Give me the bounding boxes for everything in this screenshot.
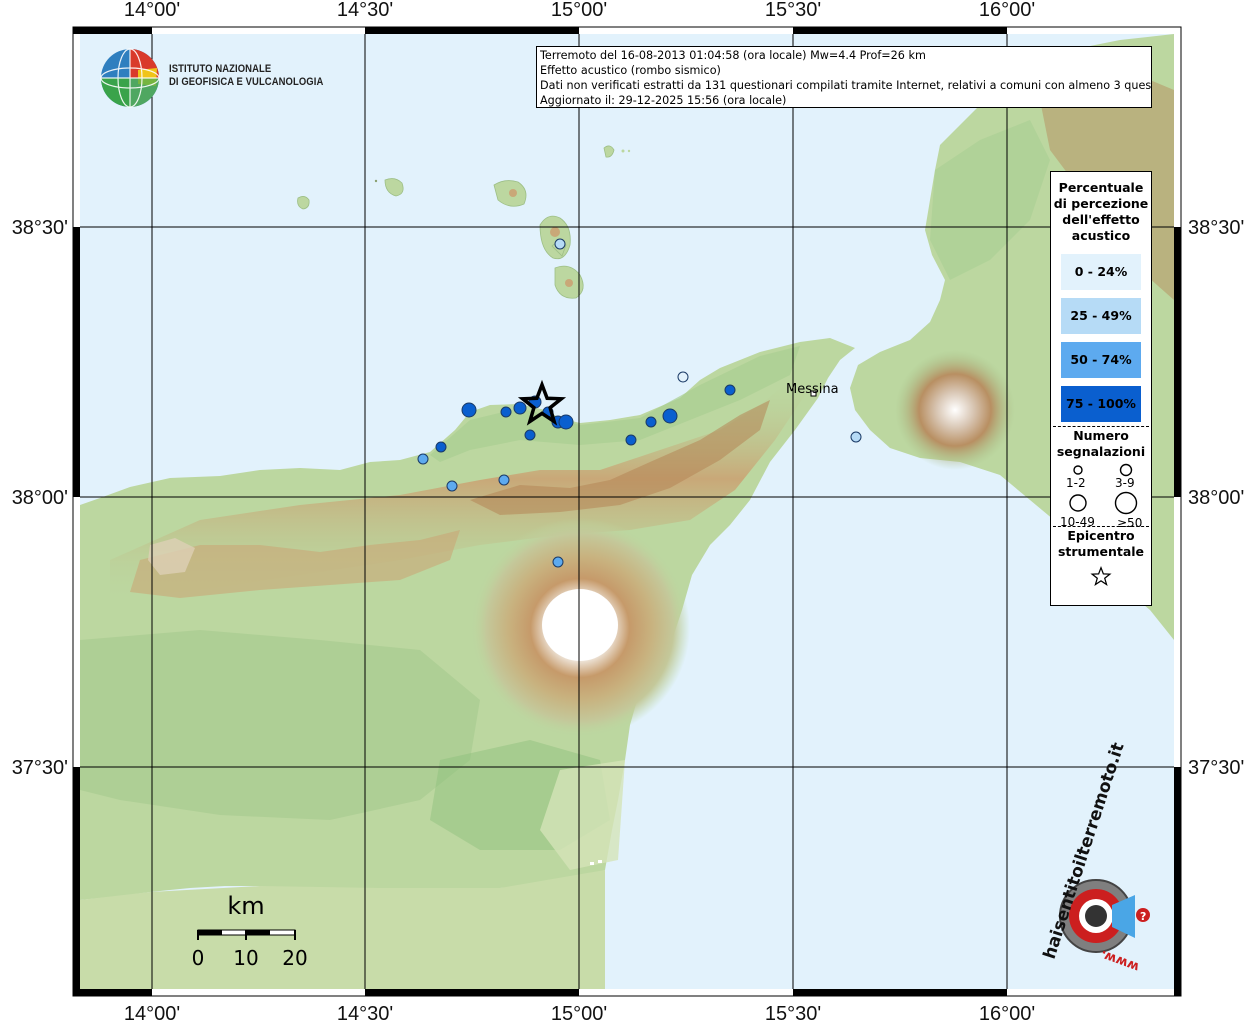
observation-point[interactable] [625,434,637,446]
observation-point[interactable] [850,431,862,443]
lon-bottom-1400: 14°00' [124,1003,180,1024]
lon-top-1600: 16°00' [979,0,1035,21]
observation-point[interactable] [446,480,458,492]
observation-point[interactable] [500,406,512,418]
event-info-box: Terremoto del 16-08-2013 01:04:58 (ora l… [536,46,1152,108]
lon-top-1530: 15°30' [765,0,821,21]
observation-point[interactable] [435,441,447,453]
lon-top-1400: 14°00' [124,0,180,21]
scale-label-0: 0 [192,946,205,970]
legend-size-1-2: 1-2 [1066,476,1086,490]
lon-bottom-1500: 15°00' [551,1003,607,1024]
legend-title: Percentuale di percezione dell'effetto a… [1051,172,1151,244]
observation-point[interactable] [645,416,657,428]
legend-title-line: dell'effetto [1062,212,1140,227]
legend-title-line: acustico [1071,228,1131,243]
legend-epicenter-line: Epicentro [1067,528,1135,543]
lat-right-3800: 38°00' [1188,487,1244,509]
lon-top-1430: 14°30' [337,0,393,21]
legend-epicenter-title: Epicentro strumentale [1051,527,1151,560]
observation-point[interactable] [724,384,736,396]
observation-point[interactable] [461,402,477,418]
svg-text:?: ? [1140,910,1146,923]
observation-point[interactable] [513,401,527,415]
lat-right-3830: 38°30' [1188,217,1244,239]
legend-epicenter-line: strumentale [1057,544,1145,559]
legend-class-50-74: 50 - 74% [1061,342,1141,378]
observation-point[interactable] [677,371,689,383]
observation-point[interactable] [558,414,574,430]
ingv-logo-icon [100,48,160,108]
observation-point[interactable] [417,453,429,465]
legend-size-symbols: 1-2 3-9 10-49 ≥50 [1051,460,1151,530]
observation-point[interactable] [554,238,566,250]
scale-label-20: 20 [282,946,307,970]
update-time: Aggiornato il: 29-12-2025 15:56 (ora loc… [540,94,787,107]
ingv-line2: DI GEOFISICA E VULCANOLOGIA [169,76,324,88]
legend-size-3-9: 3-9 [1115,476,1135,490]
legend-star-icon [1090,565,1112,587]
legend-size-10-49: 10-49 [1060,515,1095,529]
observation-point[interactable] [524,429,536,441]
lon-bottom-1430: 14°30' [337,1003,393,1024]
observation-point[interactable] [662,408,678,424]
lat-left-3730: 37°30' [12,757,68,779]
lon-top-1500: 15°00' [551,0,607,21]
lon-bottom-1600: 16°00' [979,1003,1035,1024]
lat-left-3830: 38°30' [12,217,68,239]
observation-point[interactable] [498,474,510,486]
scale-unit: km [227,892,264,920]
observation-point[interactable] [552,556,564,568]
effect-type: Effetto acustico (rombo sismico) [540,64,721,77]
scale-label-10: 10 [233,946,258,970]
data-note: Dati non verificati estratti da 131 ques… [540,79,1152,92]
lat-left-3800: 38°00' [12,487,68,509]
legend-size-50: ≥50 [1117,516,1143,530]
lon-bottom-1530: 15°30' [765,1003,821,1024]
legend-size-title-line: segnalazioni [1056,444,1146,459]
legend-size-title-line: Numero [1073,428,1129,443]
lat-right-3730: 37°30' [1188,757,1244,779]
map-frame: Messina km 0 10 20 ? haisentitoilterremo… [0,0,1254,1024]
aspromonte [895,350,1015,470]
legend-class-75-100: 75 - 100% [1061,386,1141,422]
city-label-messina: Messina [786,382,839,397]
legend-class-25-49: 25 - 49% [1061,298,1141,334]
legend-size-title: Numero segnalazioni [1051,427,1151,460]
legend-title-line: di percezione [1053,196,1149,211]
legend-title-line: Percentuale [1058,180,1144,195]
legend: Percentuale di percezione dell'effetto a… [1050,171,1152,606]
legend-class-0-24: 0 - 24% [1061,254,1141,290]
ingv-logo-text: ISTITUTO NAZIONALE DI GEOFISICA E VULCAN… [169,63,323,89]
ingv-line1: ISTITUTO NAZIONALE [169,63,272,75]
event-title: Terremoto del 16-08-2013 01:04:58 (ora l… [540,49,926,62]
